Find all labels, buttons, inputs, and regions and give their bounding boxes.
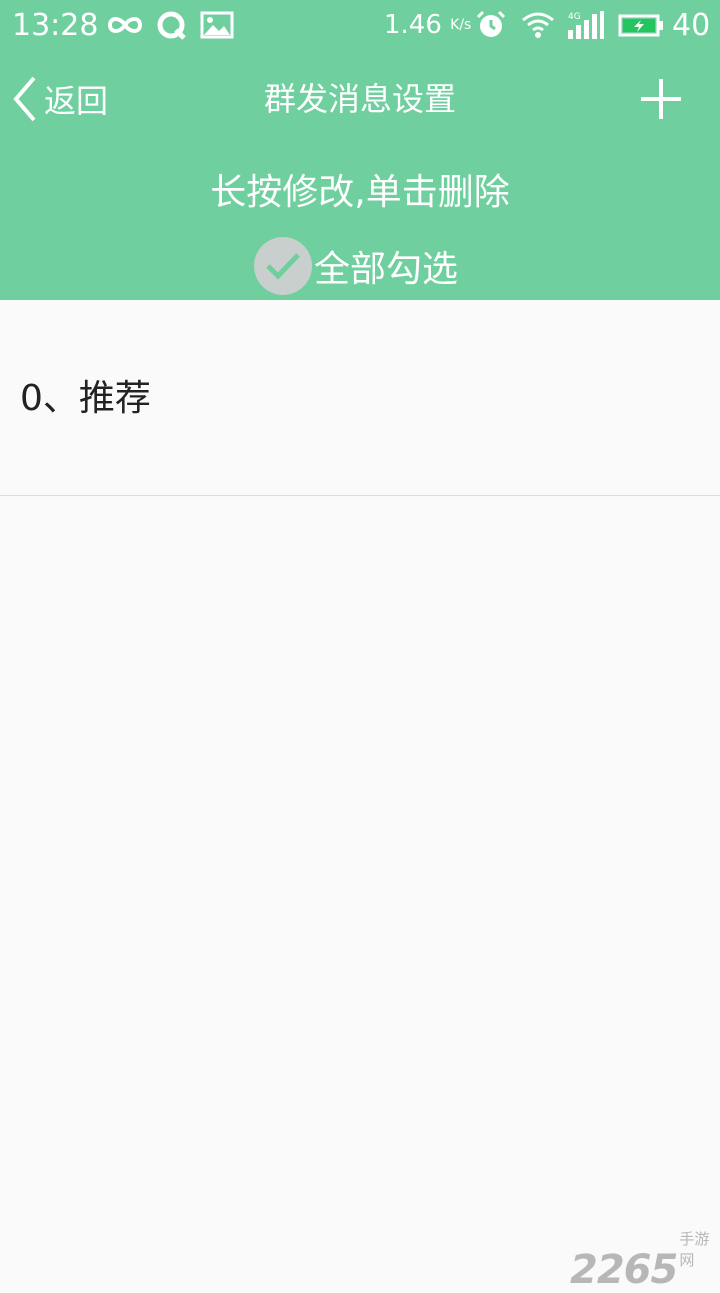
battery-level: 40 bbox=[672, 8, 711, 43]
add-button[interactable] bbox=[636, 76, 686, 122]
q-app-icon bbox=[157, 11, 186, 40]
wifi-icon bbox=[522, 12, 554, 38]
watermark-text: 手游网 bbox=[679, 1230, 710, 1269]
network-type: 4G bbox=[568, 12, 581, 22]
select-all-label: 全部勾选 bbox=[314, 249, 459, 290]
battery-charging-icon bbox=[618, 14, 663, 37]
list-item[interactable]: 0、推荐 bbox=[0, 300, 720, 496]
status-bar: 13:28 1.46 K/s 4G 40 bbox=[0, 0, 720, 52]
list-item-label: 0、推荐 bbox=[20, 378, 151, 419]
signal-icon: 4G bbox=[568, 11, 604, 39]
watermark-logo: 2265 手游网 bbox=[570, 1228, 720, 1292]
status-speed: 1.46 K/s bbox=[384, 10, 472, 40]
instruction-text: 长按修改,单击删除 bbox=[210, 172, 510, 213]
page-title: 群发消息设置 bbox=[263, 80, 456, 118]
status-time: 13:28 bbox=[12, 8, 99, 43]
check-icon bbox=[254, 237, 312, 295]
alarm-icon bbox=[476, 10, 506, 37]
infinity-icon bbox=[107, 17, 143, 33]
header: 13:28 1.46 K/s 4G 40 返回 群发消息设置 长按修改,单击删除… bbox=[0, 0, 720, 300]
plus-icon bbox=[641, 79, 681, 119]
watermark-number: 2265 bbox=[570, 1247, 678, 1293]
gallery-icon bbox=[200, 11, 234, 39]
select-all-checkbox[interactable]: 全部勾选 bbox=[254, 236, 458, 296]
